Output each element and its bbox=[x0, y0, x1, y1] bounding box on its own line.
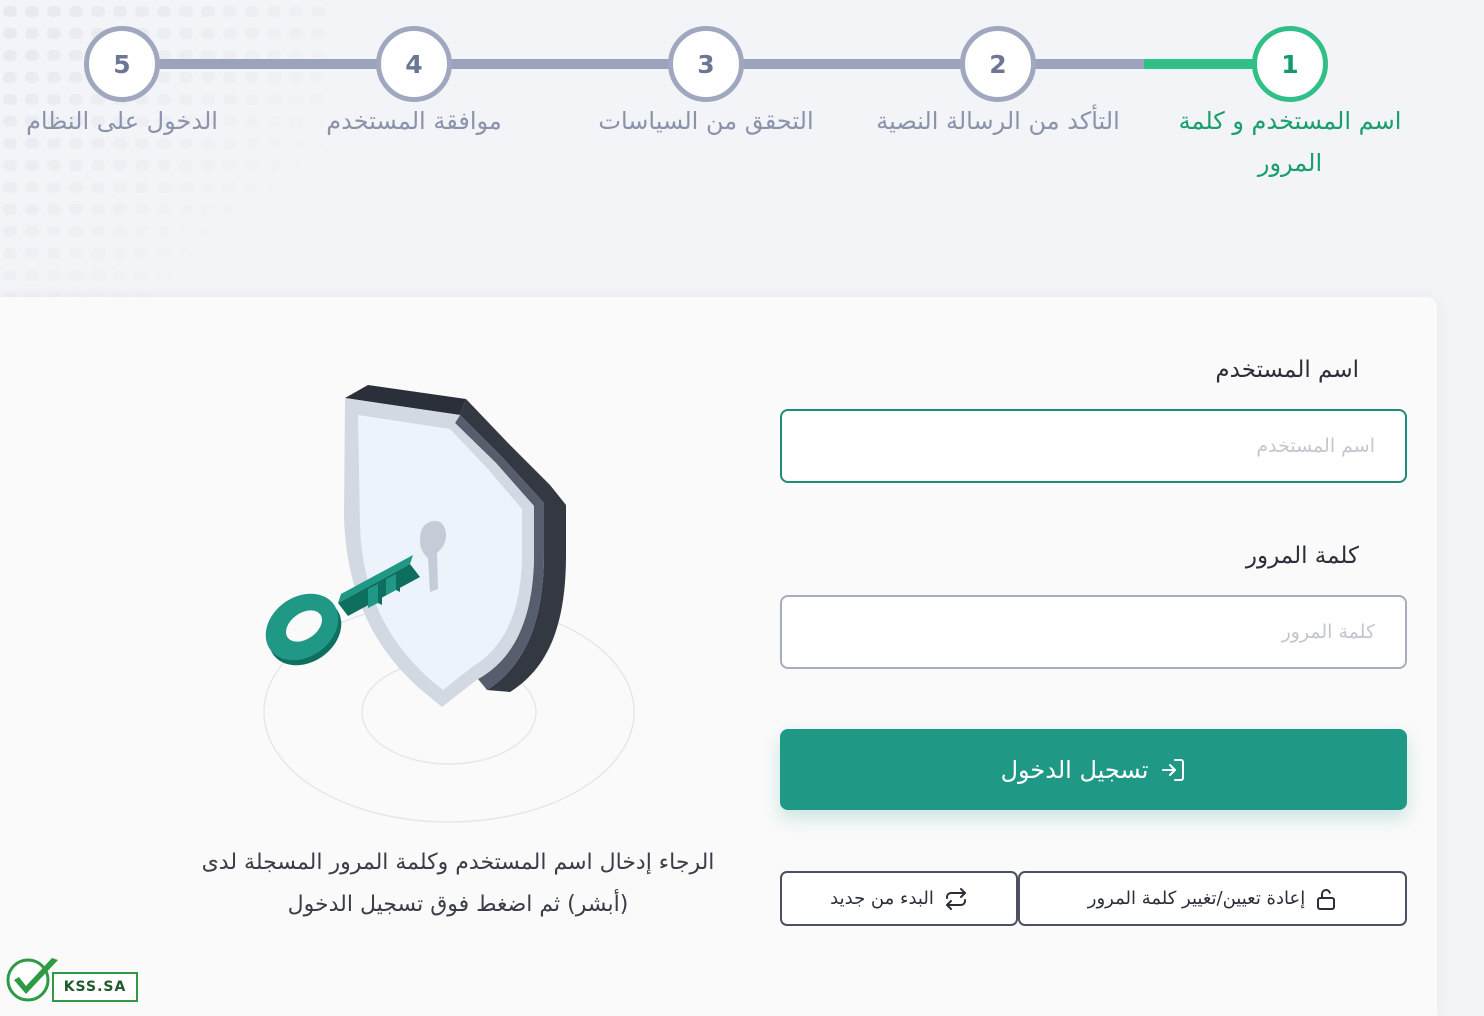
repeat-icon bbox=[944, 887, 968, 911]
username-input[interactable] bbox=[780, 409, 1407, 483]
username-label: اسم المستخدم bbox=[1215, 357, 1359, 383]
step-2-label: التأكد من الرسالة النصية bbox=[876, 107, 1120, 135]
login-card: اسم المستخدم كلمة المرور تسجيل الدخول bbox=[0, 297, 1437, 1016]
step-5-label: الدخول على النظام bbox=[26, 107, 218, 135]
login-instructions: الرجاء إدخال اسم المستخدم وكلمة المرور ا… bbox=[201, 850, 715, 917]
step-1-label: اسم المستخدم و كلمة المرور bbox=[1178, 107, 1402, 177]
shield-key-illustration bbox=[263, 385, 635, 823]
shield bbox=[344, 385, 566, 707]
login-button-label: تسجيل الدخول bbox=[1000, 755, 1149, 784]
kss-watermark: KSS.SA bbox=[6, 956, 138, 1006]
login-arrow-icon bbox=[1160, 757, 1186, 783]
unlock-icon bbox=[1315, 887, 1337, 911]
step-1-circle: 1 bbox=[1252, 26, 1328, 102]
step-2-circle: 2 bbox=[960, 26, 1036, 102]
step-3-label: التحقق من السياسات bbox=[598, 107, 814, 135]
reset-password-label: إعادة تعيين/تغيير كلمة المرور bbox=[1087, 888, 1306, 909]
password-label: كلمة المرور bbox=[1245, 543, 1359, 569]
kss-watermark-text: KSS.SA bbox=[52, 972, 138, 1002]
password-input[interactable] bbox=[780, 595, 1407, 669]
progress-stepper: 1 2 3 4 5 اسم المستخدم و كلمة المرور الت… bbox=[0, 0, 1484, 200]
step-3-circle: 3 bbox=[668, 26, 744, 102]
step-4-circle: 4 bbox=[376, 26, 452, 102]
login-button[interactable]: تسجيل الدخول bbox=[780, 729, 1407, 810]
checkmark-icon bbox=[6, 958, 58, 1002]
step-5-circle: 5 bbox=[84, 26, 160, 102]
login-page: 1 2 3 4 5 اسم المستخدم و كلمة المرور الت… bbox=[0, 0, 1484, 1016]
step-4-label: موافقة المستخدم bbox=[326, 107, 502, 135]
restart-label: البدء من جديد bbox=[830, 888, 934, 909]
restart-button[interactable]: البدء من جديد bbox=[780, 871, 1018, 926]
reset-password-button[interactable]: إعادة تعيين/تغيير كلمة المرور bbox=[1018, 871, 1407, 926]
